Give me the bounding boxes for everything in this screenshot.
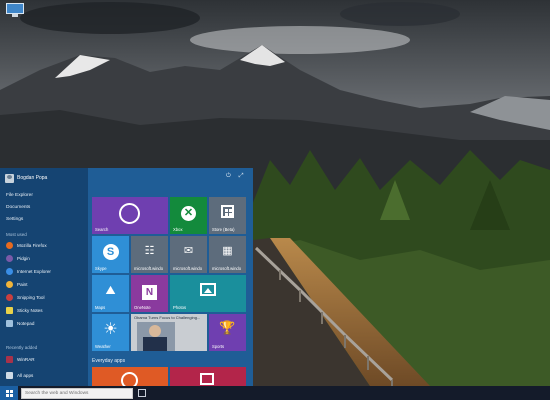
expand-icon[interactable]: ⤢ [239,172,244,181]
notepad-icon [6,319,13,327]
tile-sports[interactable]: 🏆 Sports [209,314,246,351]
skype-icon: S [92,242,129,260]
app-item-label: Sticky Notes [17,307,43,313]
paint-icon [6,280,13,288]
app-item-label: Snipping Tool [17,294,45,300]
nav-settings[interactable]: Settings [6,217,23,222]
windows-logo-icon [5,389,13,397]
tile-sports-label: Sports [212,344,225,349]
start-button[interactable] [0,386,18,400]
nav-documents[interactable]: Documents [6,205,30,210]
snipping-tool-icon [6,293,13,301]
winrar-icon [6,355,13,363]
tile-microsoft-c[interactable]: ▦ microsoft.windo [209,236,246,273]
onenote-icon: N [131,282,168,300]
tile-xbox-label: Xbox [173,227,183,232]
start-menu-left-column: Bogdan Popa File Explorer Documents Sett… [0,168,88,386]
app-item-winrar[interactable]: WinRAR [6,354,35,364]
user-name: Bogdan Popa [17,175,48,181]
tile-microsoft-b-label: microsoft.windo [173,266,203,271]
tile-xbox[interactable]: ✕ Xbox [170,197,207,234]
app-item-paint[interactable]: Paint [6,279,27,289]
user-account[interactable]: Bogdan Popa [5,172,47,184]
task-view-icon[interactable] [138,389,146,397]
app-item-pidgin[interactable]: Pidgin [6,253,30,263]
video-icon [200,373,214,385]
store-bag-icon [221,205,234,218]
tile-weather[interactable]: ☀ Weather [92,314,129,351]
xbox-icon: ✕ [170,204,207,221]
app-item-label: Internet Explorer [17,268,51,274]
pidgin-icon [6,254,13,262]
app-item-label: Pidgin [17,255,30,261]
app-item-firefox[interactable]: Mozilla Firefox [6,240,47,250]
tile-microsoft-a[interactable]: ☷ microsoft.windo [131,236,168,273]
app-item-label: Notepad [17,320,35,326]
news-headline: Obama Turns Focus to Challenging... [134,315,201,320]
tile-everyday-orange[interactable] [92,367,168,386]
app-item-snipping-tool[interactable]: Snipping Tool [6,292,45,302]
recently-added-heading: Recently added [6,345,38,350]
tile-onenote-label: OneNote [134,305,151,310]
taskbar-search-input[interactable]: Search the web and Windows [21,387,133,399]
tile-onenote[interactable]: N OneNote [131,275,168,312]
people-icon: ☷ [144,245,155,257]
tile-search-label: Search [95,227,109,232]
app-item-sticky-notes[interactable]: Sticky Notes [6,305,43,315]
desktop-computer-screen [6,3,24,14]
tile-microsoft-b[interactable]: ✉ microsoft.windo [170,236,207,273]
photo-icon [200,283,216,296]
start-menu: Bogdan Popa File Explorer Documents Sett… [0,168,253,386]
app-item-internet-explorer[interactable]: Internet Explorer [6,266,51,276]
tile-maps[interactable]: ⛰ Maps [92,275,129,312]
tile-photos-label: Photos [173,305,187,310]
tile-microsoft-c-label: microsoft.windo [212,266,242,271]
trophy-icon: 🏆 [219,320,236,335]
mail-icon: ✉ [183,245,194,257]
tile-weather-label: Weather [95,344,111,349]
tile-skype[interactable]: S Skype [92,236,129,273]
map-icon: ⛰ [105,283,116,297]
alarm-icon [121,372,138,386]
tile-news[interactable]: Obama Turns Focus to Challenging... [131,314,207,351]
all-apps-button[interactable]: All apps [6,370,33,380]
power-icon[interactable]: ⏻ [226,172,231,181]
calendar-icon: ▦ [222,245,233,257]
desktop-computer-icon[interactable] [4,2,26,18]
app-item-label: WinRAR [17,356,35,362]
app-item-notepad[interactable]: Notepad [6,318,34,328]
firefox-icon [6,241,13,249]
everyday-apps-heading: Everyday apps [92,358,126,364]
tile-store[interactable]: Store (Beta) [209,197,246,234]
tile-photos[interactable]: Photos [170,275,246,312]
sun-icon: ☀ [103,321,118,338]
internet-explorer-icon [6,267,13,275]
sticky-notes-icon [6,306,13,314]
tile-microsoft-a-label: microsoft.windo [134,266,164,271]
app-item-label: Mozilla Firefox [17,242,47,248]
nav-file-explorer[interactable]: File Explorer [6,193,33,198]
all-apps-icon [6,371,13,379]
tile-everyday-red[interactable] [170,367,246,386]
tile-search[interactable]: Search [92,197,168,234]
all-apps-label: All apps [17,372,34,378]
news-photo [137,322,175,351]
start-menu-top-controls: ⏻ ⤢ [226,172,252,181]
taskbar: Search the web and Windows [0,386,550,400]
app-item-label: Paint [17,281,28,287]
search-circle-icon [119,203,140,224]
avatar [5,173,14,183]
tile-skype-label: Skype [95,266,107,271]
desktop-computer-stand [12,14,18,17]
tile-maps-label: Maps [95,305,106,310]
tile-store-label: Store (Beta) [212,227,235,232]
most-used-heading: Most used [6,232,27,237]
